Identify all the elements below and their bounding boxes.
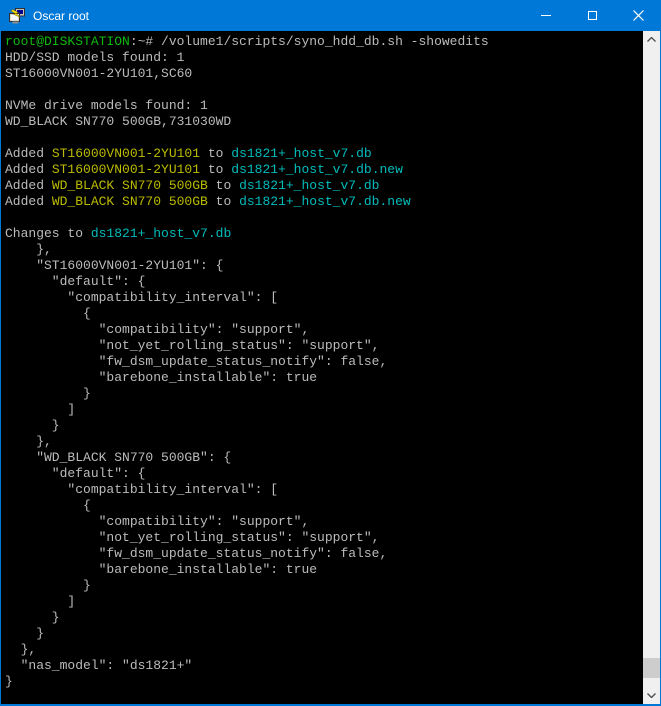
terminal-line: "fw_dsm_update_status_notify": false, <box>5 354 643 370</box>
terminal-line: root@DISKSTATION:~# /volume1/scripts/syn… <box>5 34 643 50</box>
terminal-output[interactable]: root@DISKSTATION:~# /volume1/scripts/syn… <box>1 31 643 704</box>
caption-buttons <box>523 0 661 31</box>
terminal-line: Changes to ds1821+_host_v7.db <box>5 226 643 242</box>
chevron-up-icon <box>647 37 656 42</box>
terminal-line: Added WD_BLACK SN770 500GB to ds1821+_ho… <box>5 178 643 194</box>
terminal-line: }, <box>5 642 643 658</box>
terminal-line: } <box>5 674 643 690</box>
terminal-line: }, <box>5 242 643 258</box>
terminal-line: "WD_BLACK SN770 500GB": { <box>5 450 643 466</box>
terminal-line: "ST16000VN001-2YU101": { <box>5 258 643 274</box>
putty-icon <box>9 8 25 24</box>
terminal-line: "nas_model": "ds1821+" <box>5 658 643 674</box>
minimize-icon <box>541 15 551 16</box>
terminal-line: "barebone_installable": true <box>5 370 643 386</box>
terminal-line: "not_yet_rolling_status": "support", <box>5 338 643 354</box>
scroll-up-button[interactable] <box>643 31 660 48</box>
terminal-line: NVMe drive models found: 1 <box>5 98 643 114</box>
scrollbar-thumb[interactable] <box>643 658 660 678</box>
terminal-line <box>5 130 643 146</box>
terminal-line <box>5 82 643 98</box>
putty-window: Oscar root root@DISKSTATION:~# /volume1/… <box>0 0 661 706</box>
terminal-line: Added ST16000VN001-2YU101 to ds1821+_hos… <box>5 162 643 178</box>
terminal-line: } <box>5 626 643 642</box>
terminal-line: Added ST16000VN001-2YU101 to ds1821+_hos… <box>5 146 643 162</box>
terminal-line: ] <box>5 402 643 418</box>
terminal-line: Added WD_BLACK SN770 500GB to ds1821+_ho… <box>5 194 643 210</box>
terminal-line: ] <box>5 594 643 610</box>
terminal-line: WD_BLACK SN770 500GB,731030WD <box>5 114 643 130</box>
terminal-line: } <box>5 418 643 434</box>
chevron-down-icon <box>647 693 656 698</box>
terminal-line: "compatibility_interval": [ <box>5 290 643 306</box>
maximize-button[interactable] <box>569 0 615 31</box>
maximize-icon <box>588 11 597 20</box>
terminal-line: } <box>5 578 643 594</box>
terminal-line: "default": { <box>5 274 643 290</box>
terminal-line: "not_yet_rolling_status": "support", <box>5 530 643 546</box>
terminal-line: "compatibility": "support", <box>5 322 643 338</box>
terminal-line: { <box>5 306 643 322</box>
terminal-line: "barebone_installable": true <box>5 562 643 578</box>
terminal-line: { <box>5 498 643 514</box>
terminal-line: "compatibility_interval": [ <box>5 482 643 498</box>
terminal-line: "compatibility": "support", <box>5 514 643 530</box>
scroll-down-button[interactable] <box>643 687 660 704</box>
terminal-line: }, <box>5 434 643 450</box>
close-button[interactable] <box>615 0 661 31</box>
terminal-line: HDD/SSD models found: 1 <box>5 50 643 66</box>
terminal-line: ST16000VN001-2YU101,SC60 <box>5 66 643 82</box>
close-icon <box>633 10 644 21</box>
minimize-button[interactable] <box>523 0 569 31</box>
terminal-line: "fw_dsm_update_status_notify": false, <box>5 546 643 562</box>
terminal-line: } <box>5 610 643 626</box>
terminal-line: "default": { <box>5 466 643 482</box>
terminal-line: } <box>5 386 643 402</box>
title-bar[interactable]: Oscar root <box>0 0 661 31</box>
terminal-line <box>5 210 643 226</box>
scrollbar[interactable] <box>643 31 660 704</box>
window-title: Oscar root <box>33 9 523 23</box>
